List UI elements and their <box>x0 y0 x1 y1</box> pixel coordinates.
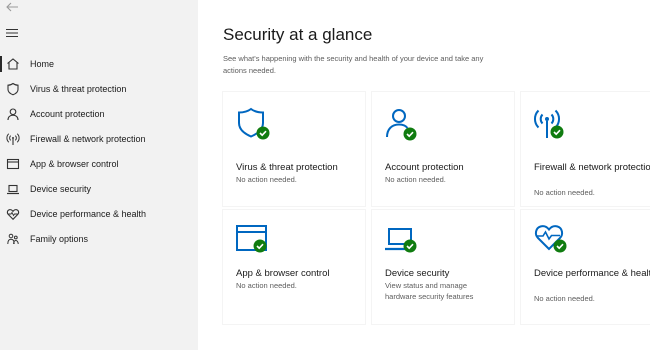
heart-icon <box>6 207 20 221</box>
back-button[interactable] <box>5 0 21 14</box>
tile-title: App & browser control <box>236 268 330 279</box>
heart-check-icon <box>533 220 573 256</box>
tile-device-security[interactable]: Device security View status and manage h… <box>372 210 514 324</box>
back-arrow-icon <box>6 2 18 12</box>
tile-app-browser-control[interactable]: App & browser control No action needed. <box>223 210 365 324</box>
shield-icon <box>6 82 20 96</box>
browser-check-icon <box>235 222 275 258</box>
sidebar-item-label: Device performance & health <box>30 209 147 219</box>
sidebar-item-family[interactable]: Family options <box>0 227 198 251</box>
laptop-icon <box>6 182 20 196</box>
sidebar-item-label: Device security <box>30 184 92 194</box>
tile-device-performance-health[interactable]: Device performance & health No action ne… <box>521 210 650 324</box>
sidebar-item-label: Family options <box>30 234 89 244</box>
person-icon <box>6 107 20 121</box>
tile-title: Firewall & network protection <box>534 162 650 173</box>
main-content: Security at a glance See what's happenin… <box>198 0 650 350</box>
sidebar-item-device-security[interactable]: Device security <box>0 177 198 201</box>
tile-status: View status and manage hardware security… <box>385 281 474 301</box>
shield-check-icon <box>235 106 275 142</box>
laptop-check-icon <box>384 222 424 258</box>
wireless-check-icon <box>533 106 573 142</box>
sidebar-item-virus-threat[interactable]: Virus & threat protection <box>0 77 198 101</box>
tile-title: Device security <box>385 268 450 279</box>
tile-status: No action needed. <box>236 175 297 184</box>
sidebar-item-home[interactable]: Home <box>0 52 198 76</box>
sidebar-item-device-performance[interactable]: Device performance & health <box>0 202 198 226</box>
sidebar-item-label: Home <box>30 59 55 69</box>
sidebar-item-account[interactable]: Account protection <box>0 102 198 126</box>
page-title: Security at a glance <box>223 25 373 44</box>
sidebar-item-app-browser[interactable]: App & browser control <box>0 152 198 176</box>
sidebar-item-label: Virus & threat protection <box>30 84 127 94</box>
page-description: See what's happening with the security a… <box>223 54 484 75</box>
sidebar-item-label: App & browser control <box>30 159 119 169</box>
tile-status: No action needed. <box>534 294 595 303</box>
tile-status: No action needed. <box>236 281 297 290</box>
sidebar: Home Virus & threat protection Account p… <box>0 0 198 350</box>
tile-title: Device performance & health <box>534 268 650 279</box>
sidebar-item-firewall[interactable]: Firewall & network protection <box>0 127 198 151</box>
sidebar-item-label: Firewall & network protection <box>30 134 146 144</box>
sidebar-item-label: Account protection <box>30 109 105 119</box>
tile-title: Virus & threat protection <box>236 162 338 173</box>
browser-window-icon <box>6 157 20 171</box>
home-icon <box>6 57 20 71</box>
tile-title: Account protection <box>385 162 464 173</box>
tile-account-protection[interactable]: Account protection No action needed. <box>372 92 514 206</box>
wireless-icon <box>6 132 20 146</box>
family-icon <box>6 232 20 246</box>
tile-status: No action needed. <box>385 175 446 184</box>
tile-status: No action needed. <box>534 188 595 197</box>
tile-firewall-network-protection[interactable]: Firewall & network protection No action … <box>521 92 650 206</box>
hamburger-menu-button[interactable] <box>6 28 22 40</box>
person-check-icon <box>384 106 424 142</box>
hamburger-icon <box>6 28 18 38</box>
tile-virus-threat-protection[interactable]: Virus & threat protection No action need… <box>223 92 365 206</box>
